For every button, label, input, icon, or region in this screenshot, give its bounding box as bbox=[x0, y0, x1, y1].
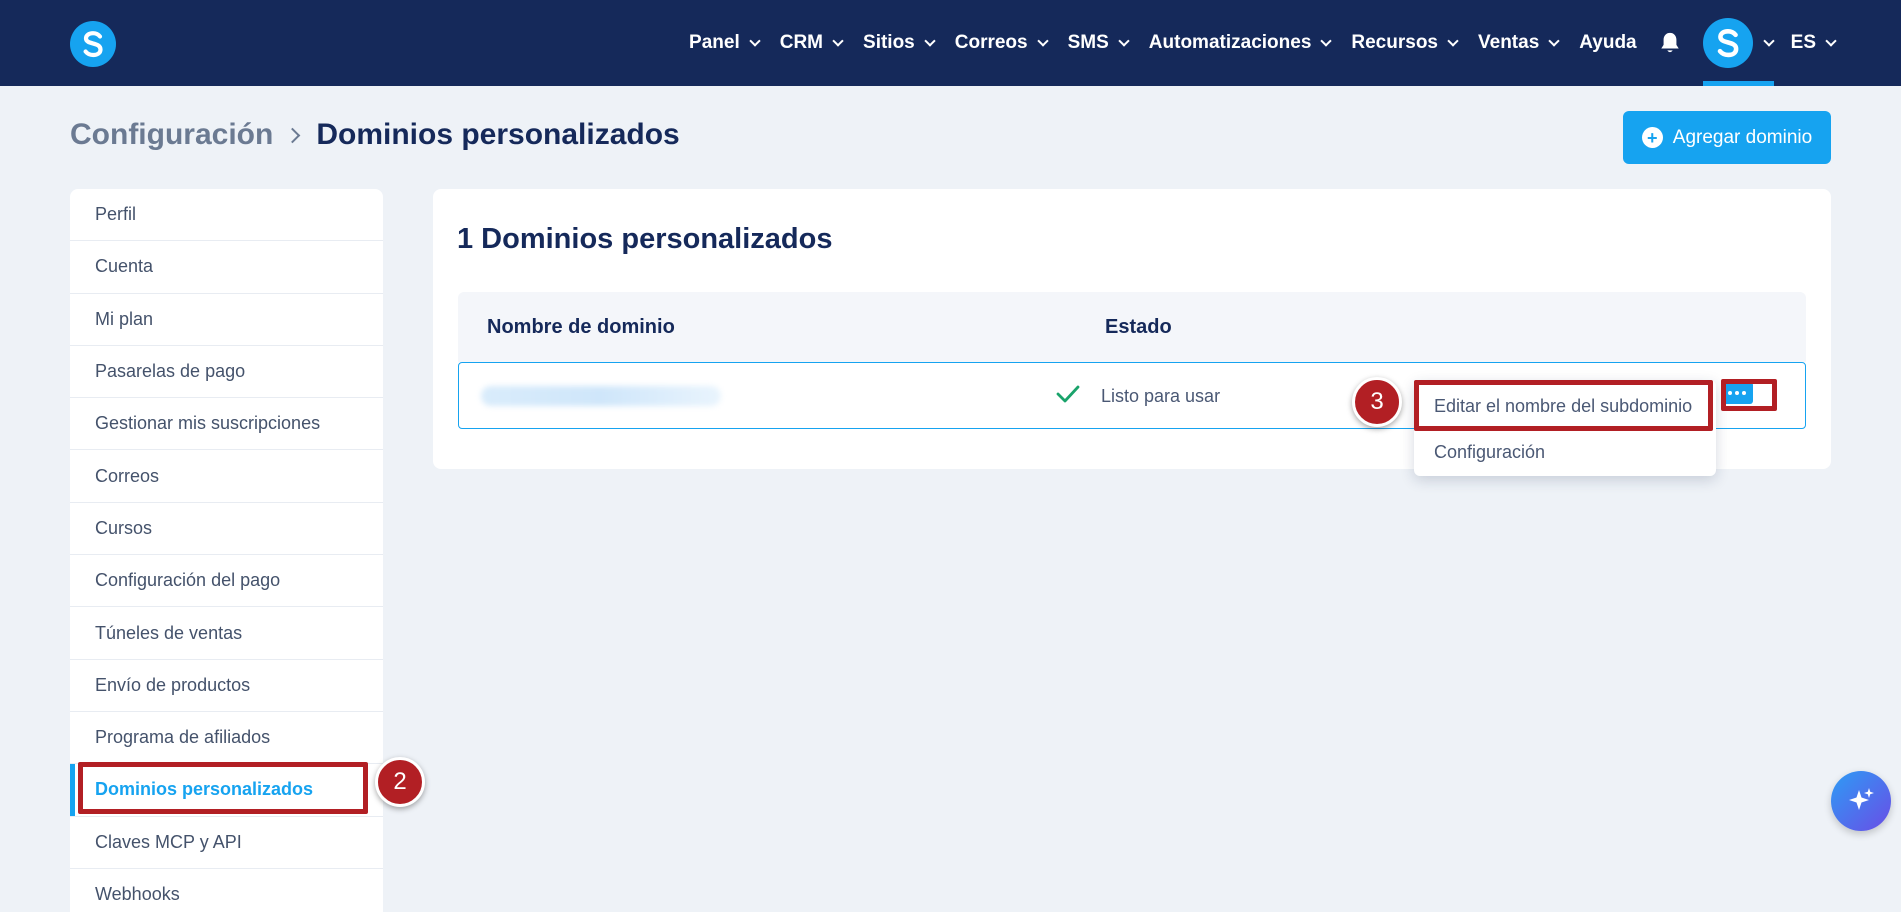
table-header: Nombre de dominio Estado bbox=[458, 292, 1806, 362]
sidebar-item-perfil[interactable]: Perfil bbox=[70, 189, 383, 242]
language-label: ES bbox=[1790, 32, 1816, 53]
column-header-domain: Nombre de dominio bbox=[487, 316, 675, 338]
chevron-down-icon bbox=[1036, 34, 1049, 47]
sidebar-item-suscripciones[interactable]: Gestionar mis suscripciones bbox=[70, 398, 383, 451]
chevron-down-icon bbox=[1762, 34, 1775, 47]
user-avatar-icon[interactable] bbox=[1702, 18, 1753, 68]
sidebar-item-envio-de-productos[interactable]: Envío de productos bbox=[70, 660, 383, 712]
check-icon bbox=[1056, 385, 1080, 403]
breadcrumb: Configuración Dominios personalizados bbox=[70, 118, 680, 152]
annotation-step-badge: 2 bbox=[375, 757, 425, 807]
nav-item-crm[interactable]: CRM bbox=[779, 32, 844, 54]
dot bbox=[1728, 391, 1732, 395]
add-domain-button[interactable]: + Agregar dominio bbox=[1623, 111, 1831, 164]
nav-item-label: Automatizaciones bbox=[1148, 32, 1312, 53]
sidebar-item-label: Cursos bbox=[95, 517, 153, 538]
chevron-down-icon bbox=[1825, 34, 1837, 47]
chevron-down-icon bbox=[1548, 34, 1560, 47]
sidebar-item-label: Cuenta bbox=[95, 256, 154, 277]
active-indicator bbox=[1702, 81, 1774, 86]
nav-item-label: SMS bbox=[1067, 32, 1109, 53]
chevron-down-icon bbox=[1447, 34, 1459, 47]
dot bbox=[1742, 391, 1746, 395]
sidebar-item-correos[interactable]: Correos bbox=[70, 450, 383, 503]
sidebar-item-cuenta[interactable]: Cuenta bbox=[70, 241, 383, 294]
sidebar-item-dominios-personalizados[interactable]: Dominios personalizados bbox=[70, 764, 383, 817]
sidebar-item-label: Programa de afiliados bbox=[95, 727, 271, 748]
dot bbox=[1735, 391, 1739, 395]
chevron-down-icon bbox=[924, 34, 936, 47]
breadcrumb-root-link[interactable]: Configuración bbox=[70, 118, 273, 152]
nav-item-label: Panel bbox=[689, 32, 740, 53]
sidebar-item-label: Gestionar mis suscripciones bbox=[95, 413, 321, 434]
plus-circle-icon: + bbox=[1641, 127, 1663, 148]
nav-item-ventas[interactable]: Ventas bbox=[1478, 32, 1560, 54]
sidebar-item-claves-mcp-y-api[interactable]: Claves MCP y API bbox=[70, 817, 383, 869]
chevron-right-icon bbox=[285, 127, 301, 143]
nav-item-label: Recursos bbox=[1351, 32, 1438, 53]
sidebar-item-tuneles-de-ventas[interactable]: Túneles de ventas bbox=[70, 607, 383, 660]
nav-item-sitios[interactable]: Sitios bbox=[863, 32, 936, 54]
nav-item-sms[interactable]: SMS bbox=[1067, 32, 1130, 54]
annotation-step-badge: 3 bbox=[1352, 377, 1402, 427]
sidebar-item-mi-plan[interactable]: Mi plan bbox=[70, 294, 383, 346]
menu-item-configuracion[interactable]: Configuración bbox=[1434, 442, 1545, 463]
user-menu[interactable] bbox=[1702, 0, 1775, 86]
page-title: Dominios personalizados bbox=[316, 118, 680, 151]
top-navigation-bar: Panel CRM Sitios Correos SMS Automatizac… bbox=[0, 0, 1901, 86]
sidebar-item-label: Mi plan bbox=[95, 308, 154, 329]
nav-item-panel[interactable]: Panel bbox=[689, 32, 761, 54]
chevron-down-icon bbox=[832, 34, 844, 47]
bell-icon[interactable] bbox=[1659, 31, 1681, 55]
settings-sidebar: Perfil Cuenta Mi plan Pasarelas de pago … bbox=[70, 189, 383, 912]
sidebar-item-label: Configuración del pago bbox=[95, 570, 281, 591]
nav-item-automatizaciones[interactable]: Automatizaciones bbox=[1148, 32, 1333, 54]
language-selector[interactable]: ES bbox=[1790, 32, 1837, 54]
main-nav: Panel CRM Sitios Correos SMS Automatizac… bbox=[668, 0, 1837, 86]
row-actions-menu: Editar el nombre del subdominio Configur… bbox=[1414, 380, 1716, 476]
nav-item-recursos[interactable]: Recursos bbox=[1351, 32, 1459, 54]
nav-item-label: Ayuda bbox=[1579, 32, 1637, 53]
sidebar-item-label: Webhooks bbox=[95, 884, 180, 904]
nav-item-label: Correos bbox=[954, 32, 1028, 53]
sidebar-item-label: Túneles de ventas bbox=[95, 622, 243, 643]
sidebar-item-label: Envío de productos bbox=[95, 674, 251, 695]
chevron-down-icon bbox=[1118, 34, 1130, 47]
sidebar-item-pasarelas-de-pago[interactable]: Pasarelas de pago bbox=[70, 346, 383, 399]
sidebar-item-label: Dominios personalizados bbox=[95, 779, 314, 800]
sidebar-item-label: Pasarelas de pago bbox=[95, 361, 246, 382]
sidebar-item-programa-de-afiliados[interactable]: Programa de afiliados bbox=[70, 712, 383, 765]
sidebar-item-label: Claves MCP y API bbox=[95, 831, 242, 852]
nav-item-ayuda[interactable]: Ayuda bbox=[1579, 32, 1636, 54]
status-text: Listo para usar bbox=[1101, 386, 1221, 406]
systeme-logo-icon[interactable] bbox=[70, 21, 116, 67]
chevron-down-icon bbox=[749, 34, 761, 47]
sidebar-item-cursos[interactable]: Cursos bbox=[70, 503, 383, 556]
sidebar-item-label: Perfil bbox=[95, 204, 137, 225]
row-actions-button[interactable] bbox=[1721, 382, 1753, 404]
sidebar-item-webhooks[interactable]: Webhooks bbox=[70, 869, 383, 912]
ai-assistant-sparkle-icon[interactable] bbox=[1831, 771, 1891, 831]
sidebar-item-label: Correos bbox=[95, 465, 160, 486]
chevron-down-icon bbox=[1320, 34, 1333, 47]
domain-name-blurred bbox=[481, 386, 721, 406]
nav-item-correos[interactable]: Correos bbox=[954, 32, 1049, 54]
domains-count-title: 1 Dominios personalizados bbox=[457, 223, 833, 255]
menu-item-edit-subdomain[interactable]: Editar el nombre del subdominio bbox=[1434, 396, 1692, 417]
add-domain-label: Agregar dominio bbox=[1672, 126, 1813, 148]
nav-item-label: Ventas bbox=[1478, 32, 1540, 53]
nav-item-label: Sitios bbox=[863, 32, 915, 53]
sidebar-item-configuracion-del-pago[interactable]: Configuración del pago bbox=[70, 555, 383, 608]
column-header-status: Estado bbox=[1105, 316, 1172, 338]
nav-item-label: CRM bbox=[779, 32, 824, 53]
